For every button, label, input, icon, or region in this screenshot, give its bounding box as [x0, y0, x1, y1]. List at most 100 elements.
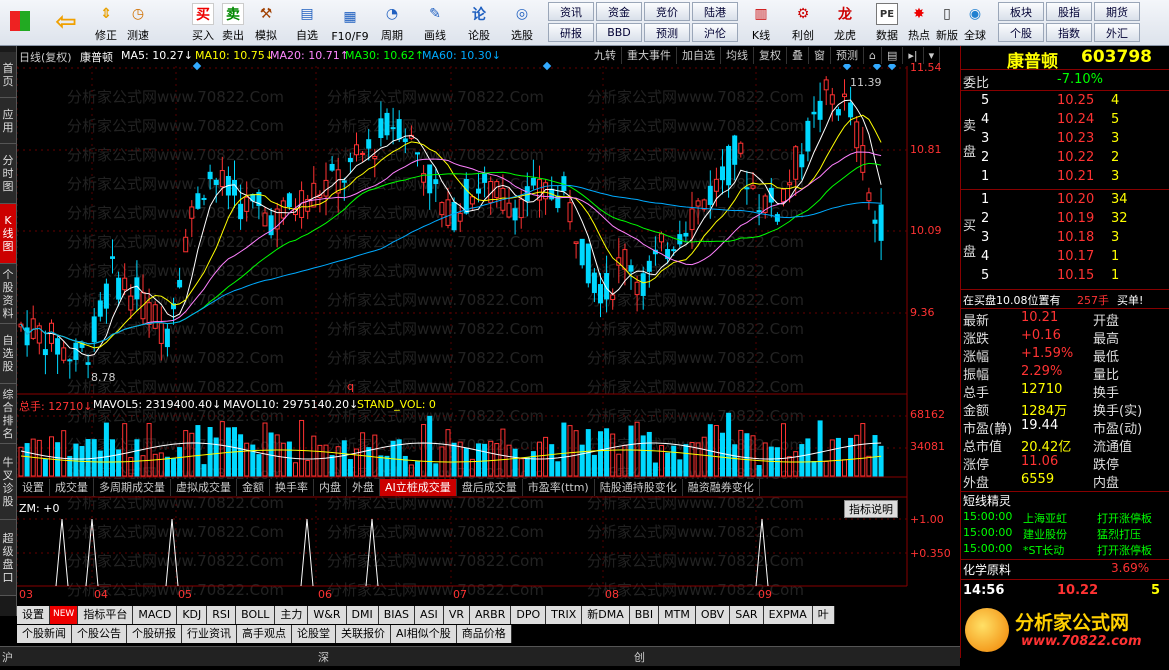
- forex-button[interactable]: 外汇: [1094, 23, 1140, 42]
- tab-add-watchlist[interactable]: 加自选: [677, 47, 721, 64]
- tab-expma[interactable]: EXPMA: [763, 606, 813, 624]
- stock-index-button[interactable]: 股指: [1046, 2, 1092, 21]
- sidebar-item-ranking[interactable]: 综合排名: [0, 384, 16, 444]
- tab-hk-holding[interactable]: 陆股通持股变化: [594, 479, 683, 496]
- auction-button[interactable]: 竞价: [644, 2, 690, 21]
- tab-outer[interactable]: 外盘: [347, 479, 380, 496]
- sector-name[interactable]: 化学原料: [963, 561, 1011, 578]
- sector-button[interactable]: 板块: [998, 2, 1044, 21]
- tab-window[interactable]: 窗: [809, 47, 831, 64]
- lock-icon[interactable]: ⌂: [864, 47, 882, 64]
- tab-ai-volume[interactable]: AI立桩成交量: [380, 479, 457, 496]
- tab-bottom-settings[interactable]: 设置: [17, 606, 50, 624]
- tab-arbr[interactable]: ARBR: [469, 606, 512, 624]
- global-button[interactable]: ◉ 全球: [958, 0, 992, 46]
- indicator-help-button[interactable]: 指标说明: [844, 500, 898, 518]
- tab-virtual-volume[interactable]: 虚拟成交量: [171, 479, 237, 496]
- tab-related-quotes[interactable]: 关联报价: [336, 625, 391, 643]
- tab-turnover[interactable]: 换手率: [270, 479, 314, 496]
- tab-mtm[interactable]: MTM: [659, 606, 696, 624]
- info-button[interactable]: 资讯: [548, 2, 594, 21]
- sidebar-item-watchlist[interactable]: 自选股: [0, 324, 16, 384]
- tab-ai-similar[interactable]: AI相似个股: [391, 625, 457, 643]
- research-button[interactable]: 研报: [548, 23, 594, 42]
- index-button[interactable]: 指数: [1046, 23, 1092, 42]
- tab-dpo[interactable]: DPO: [511, 606, 547, 624]
- tab-expert-views[interactable]: 高手观点: [237, 625, 292, 643]
- sell-button[interactable]: 卖卖出: [220, 0, 246, 46]
- tab-forecast[interactable]: 预测: [831, 47, 864, 64]
- tab-settings[interactable]: 设置: [17, 479, 50, 496]
- tab-stock-news[interactable]: 个股新闻: [17, 625, 72, 643]
- dragon-tiger-button[interactable]: 龙龙虎: [828, 0, 862, 46]
- tab-sar[interactable]: SAR: [730, 606, 764, 624]
- exit-icon[interactable]: ▤: [881, 47, 904, 64]
- tab-multi-period-volume[interactable]: 多周期成交量: [94, 479, 171, 496]
- tab-main-force[interactable]: 主力: [275, 606, 309, 624]
- kline-chart-svg[interactable]: [17, 46, 960, 590]
- shanghai-london-button[interactable]: 沪伦: [692, 23, 738, 42]
- futures-button[interactable]: 期货: [1094, 2, 1140, 21]
- period-button[interactable]: ◔ 周期: [375, 0, 409, 46]
- tab-volume[interactable]: 成交量: [50, 479, 94, 496]
- tab-major-events[interactable]: 重大事件: [622, 47, 677, 64]
- sidebar-item-kline[interactable]: K线图: [0, 204, 16, 264]
- tab-pe-ttm[interactable]: 市盈率(ttm): [522, 479, 595, 496]
- tab-vr[interactable]: VR: [443, 606, 470, 624]
- tab-margin[interactable]: 融资融券变化: [682, 479, 760, 496]
- tab-dmi[interactable]: DMI: [346, 606, 379, 624]
- short-line-title[interactable]: 短线精灵: [963, 492, 1011, 509]
- tab-overlay[interactable]: 叠: [787, 47, 809, 64]
- sidebar-item-timeshare[interactable]: 分时图: [0, 144, 16, 204]
- tab-inner[interactable]: 内盘: [314, 479, 347, 496]
- back-arrow-icon[interactable]: ⇦: [50, 0, 82, 46]
- f10-button[interactable]: ▦ F10/F9: [330, 0, 370, 46]
- tab-ma[interactable]: 均线: [721, 47, 754, 64]
- tab-adjust[interactable]: 复权: [754, 47, 787, 64]
- status-sh[interactable]: 沪: [2, 649, 13, 665]
- buy-button[interactable]: 买买入: [190, 0, 216, 46]
- tab-commodity-price[interactable]: 商品价格: [456, 625, 512, 643]
- tab-rsi[interactable]: RSI: [207, 606, 237, 624]
- stock-button[interactable]: 个股: [998, 23, 1044, 42]
- funds-button[interactable]: 资金: [596, 2, 642, 21]
- tab-stock-announcement[interactable]: 个股公告: [72, 625, 127, 643]
- bbd-button[interactable]: BBD: [596, 23, 642, 42]
- stock-select-button[interactable]: ◎ 选股: [504, 0, 540, 46]
- data-button[interactable]: PE 数据: [870, 0, 904, 46]
- watchlist-button[interactable]: ▤ 自选: [290, 0, 324, 46]
- tab-macd[interactable]: MACD: [133, 606, 178, 624]
- status-sz[interactable]: 深: [318, 649, 329, 665]
- tab-more[interactable]: 叶: [812, 606, 835, 624]
- grid-icon[interactable]: [4, 0, 36, 46]
- tab-trix[interactable]: TRIX: [546, 606, 583, 624]
- discuss-button[interactable]: 论论股: [462, 0, 496, 46]
- status-cy[interactable]: 创: [634, 649, 645, 665]
- tab-bbi[interactable]: BBI: [629, 606, 660, 624]
- tab-after-hours-volume[interactable]: 盘后成交量: [456, 479, 523, 496]
- tab-stock-research[interactable]: 个股研报: [127, 625, 182, 643]
- chart-area[interactable]: 分析家公式网www.70822.Com 分析家公式网www.70822.Com 分析…: [17, 46, 960, 601]
- tab-bias[interactable]: BIAS: [378, 606, 416, 624]
- sidebar-item-apps[interactable]: 应用: [0, 98, 16, 144]
- fix-button[interactable]: ⇕ 修正: [90, 0, 122, 46]
- tab-amount[interactable]: 金额: [237, 479, 270, 496]
- sidebar-item-diagnosis[interactable]: 牛叉诊股: [0, 444, 16, 520]
- sidebar-item-home[interactable]: 首页: [0, 52, 16, 98]
- tab-indicator-platform[interactable]: 指标平台: [78, 606, 134, 624]
- tab-obv[interactable]: OBV: [695, 606, 731, 624]
- sidebar-item-profile[interactable]: 个股资料: [0, 264, 16, 324]
- tab-kdj[interactable]: KDJ: [177, 606, 208, 624]
- forecast-button[interactable]: 预测: [644, 23, 690, 42]
- tab-wr[interactable]: W&R: [308, 606, 347, 624]
- tab-forum[interactable]: 论股堂: [292, 625, 336, 643]
- hk-connect-button[interactable]: 陆港: [692, 2, 738, 21]
- draw-line-button[interactable]: ✎ 画线: [418, 0, 452, 46]
- speed-test-button[interactable]: ◷ 测速: [122, 0, 154, 46]
- profit-button[interactable]: ⚙ 利创: [786, 0, 820, 46]
- tab-new-dma[interactable]: 新DMA: [582, 606, 630, 624]
- tab-boll[interactable]: BOLL: [236, 606, 276, 624]
- sidebar-item-super-quote[interactable]: 超级盘口: [0, 520, 16, 596]
- tab-nine-turn[interactable]: 九转: [589, 47, 622, 64]
- simulate-button[interactable]: ⚒ 模拟: [252, 0, 280, 46]
